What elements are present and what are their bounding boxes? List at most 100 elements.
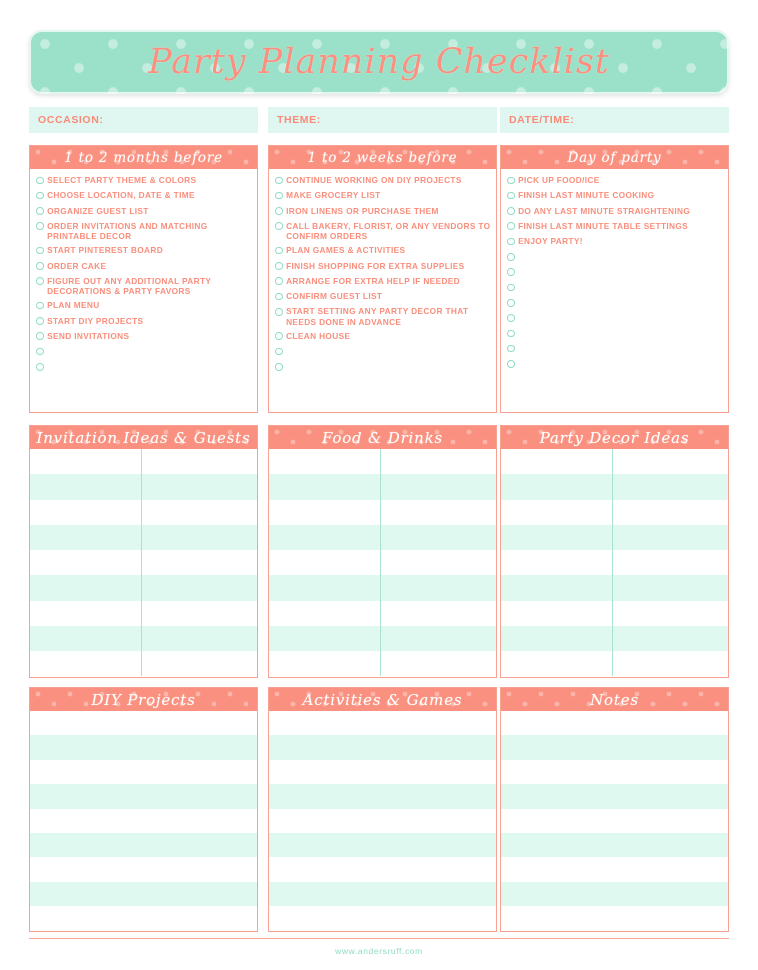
- write-in-row[interactable]: [30, 550, 257, 576]
- write-in-row[interactable]: [30, 735, 257, 760]
- write-in-row[interactable]: [30, 524, 257, 551]
- write-in-row[interactable]: [501, 832, 728, 858]
- checkbox-circle-icon[interactable]: [507, 222, 515, 231]
- write-in-row[interactable]: [269, 832, 496, 858]
- checklist-item[interactable]: MAKE GROCERY LIST: [275, 190, 491, 202]
- write-in-row[interactable]: [30, 651, 257, 677]
- checkbox-circle-icon[interactable]: [275, 207, 283, 215]
- write-in-row[interactable]: [501, 575, 728, 601]
- checkbox-circle-icon[interactable]: [36, 262, 44, 270]
- write-in-row[interactable]: [269, 711, 496, 736]
- field-bar-0[interactable]: OCCASION:: [29, 107, 258, 133]
- write-in-row[interactable]: [30, 759, 257, 785]
- checkbox-circle-icon[interactable]: [36, 362, 44, 371]
- write-in-row[interactable]: [30, 600, 257, 626]
- write-in-row[interactable]: [501, 881, 728, 906]
- checklist-item[interactable]: START SETTING ANY PARTY DECOR THAT NEEDS…: [275, 306, 491, 327]
- write-in-area[interactable]: [269, 449, 496, 677]
- checklist-item-blank[interactable]: [507, 282, 723, 294]
- write-in-row[interactable]: [501, 625, 728, 652]
- write-in-area[interactable]: [30, 449, 257, 677]
- write-in-row[interactable]: [30, 784, 257, 809]
- checkbox-circle-icon[interactable]: [507, 191, 515, 200]
- field-bar-2[interactable]: DATE/TIME:: [500, 107, 729, 133]
- checkbox-circle-icon[interactable]: [507, 268, 515, 276]
- write-in-row[interactable]: [501, 857, 728, 882]
- write-in-area[interactable]: [501, 449, 728, 677]
- write-in-row[interactable]: [30, 499, 257, 525]
- checklist-item[interactable]: CONFIRM GUEST LIST: [275, 291, 491, 303]
- checklist-item-blank[interactable]: [36, 346, 252, 358]
- checklist-item[interactable]: CONTINUE WORKING ON DIY PROJECTS: [275, 175, 491, 187]
- write-in-row[interactable]: [501, 600, 728, 626]
- checkbox-circle-icon[interactable]: [507, 253, 515, 261]
- checkbox-circle-icon[interactable]: [275, 191, 283, 200]
- checkbox-circle-icon[interactable]: [275, 362, 283, 371]
- write-in-area[interactable]: [30, 711, 257, 931]
- write-in-row[interactable]: [501, 474, 728, 500]
- checklist-item-blank[interactable]: [507, 343, 723, 355]
- write-in-row[interactable]: [501, 808, 728, 833]
- checkbox-circle-icon[interactable]: [36, 176, 44, 185]
- checkbox-circle-icon[interactable]: [275, 347, 283, 356]
- write-in-row[interactable]: [269, 759, 496, 785]
- checkbox-circle-icon[interactable]: [36, 332, 44, 340]
- checklist-item[interactable]: FINISH SHOPPING FOR EXTRA SUPPLIES: [275, 261, 491, 273]
- checklist-item[interactable]: ARRANGE FOR EXTRA HELP IF NEEDED: [275, 276, 491, 288]
- checkbox-circle-icon[interactable]: [275, 277, 283, 286]
- checklist-item[interactable]: CALL BAKERY, FLORIST, OR ANY VENDORS TO …: [275, 221, 491, 242]
- write-in-row[interactable]: [501, 499, 728, 525]
- checkbox-circle-icon[interactable]: [275, 292, 283, 301]
- checkbox-circle-icon[interactable]: [507, 207, 515, 215]
- checkbox-circle-icon[interactable]: [36, 191, 44, 200]
- write-in-row[interactable]: [30, 575, 257, 601]
- write-in-row[interactable]: [30, 474, 257, 500]
- checklist-item[interactable]: START DIY PROJECTS: [36, 316, 252, 328]
- checkbox-circle-icon[interactable]: [275, 308, 283, 316]
- write-in-row[interactable]: [269, 651, 496, 677]
- checkbox-circle-icon[interactable]: [36, 207, 44, 215]
- write-in-row[interactable]: [501, 711, 728, 736]
- checkbox-circle-icon[interactable]: [36, 246, 44, 255]
- checklist-item-blank[interactable]: [275, 361, 491, 373]
- write-in-row[interactable]: [30, 906, 257, 931]
- checkbox-circle-icon[interactable]: [36, 317, 44, 325]
- checklist-item[interactable]: ORGANIZE GUEST LIST: [36, 206, 252, 218]
- checklist-item[interactable]: SEND INVITATIONS: [36, 331, 252, 343]
- checkbox-circle-icon[interactable]: [507, 344, 515, 353]
- checklist-item[interactable]: FINISH LAST MINUTE TABLE SETTINGS: [507, 221, 723, 233]
- write-in-row[interactable]: [269, 499, 496, 525]
- checklist-item-blank[interactable]: [507, 267, 723, 279]
- checkbox-circle-icon[interactable]: [275, 222, 283, 231]
- checkbox-circle-icon[interactable]: [36, 222, 44, 231]
- write-in-row[interactable]: [269, 600, 496, 626]
- write-in-row[interactable]: [501, 524, 728, 551]
- write-in-area[interactable]: [501, 711, 728, 931]
- checklist-item[interactable]: CLEAN HOUSE: [275, 331, 491, 343]
- checklist-item-blank[interactable]: [507, 251, 723, 263]
- write-in-row[interactable]: [30, 857, 257, 882]
- write-in-row[interactable]: [269, 906, 496, 931]
- write-in-row[interactable]: [269, 524, 496, 551]
- write-in-row[interactable]: [501, 759, 728, 785]
- write-in-row[interactable]: [269, 575, 496, 601]
- write-in-area[interactable]: [269, 711, 496, 931]
- write-in-row[interactable]: [269, 881, 496, 906]
- checklist-item[interactable]: IRON LINENS OR PURCHASE THEM: [275, 206, 491, 218]
- checklist-item-blank[interactable]: [36, 361, 252, 373]
- write-in-row[interactable]: [269, 474, 496, 500]
- write-in-row[interactable]: [501, 735, 728, 760]
- checklist-item[interactable]: CHOOSE LOCATION, DATE & TIME: [36, 190, 252, 202]
- checkbox-circle-icon[interactable]: [275, 332, 283, 340]
- checklist-item[interactable]: FIGURE OUT ANY ADDITIONAL PARTY DECORATI…: [36, 276, 252, 297]
- write-in-row[interactable]: [30, 449, 257, 475]
- checklist-item[interactable]: DO ANY LAST MINUTE STRAIGHTENING: [507, 206, 723, 218]
- write-in-row[interactable]: [501, 651, 728, 677]
- checklist-item[interactable]: START PINTEREST BOARD: [36, 245, 252, 257]
- checkbox-circle-icon[interactable]: [507, 283, 515, 292]
- checkbox-circle-icon[interactable]: [507, 329, 515, 338]
- write-in-row[interactable]: [501, 550, 728, 576]
- checklist-item[interactable]: ENJOY PARTY!: [507, 236, 723, 248]
- checklist-item-blank[interactable]: [275, 346, 491, 358]
- checkbox-circle-icon[interactable]: [507, 360, 515, 368]
